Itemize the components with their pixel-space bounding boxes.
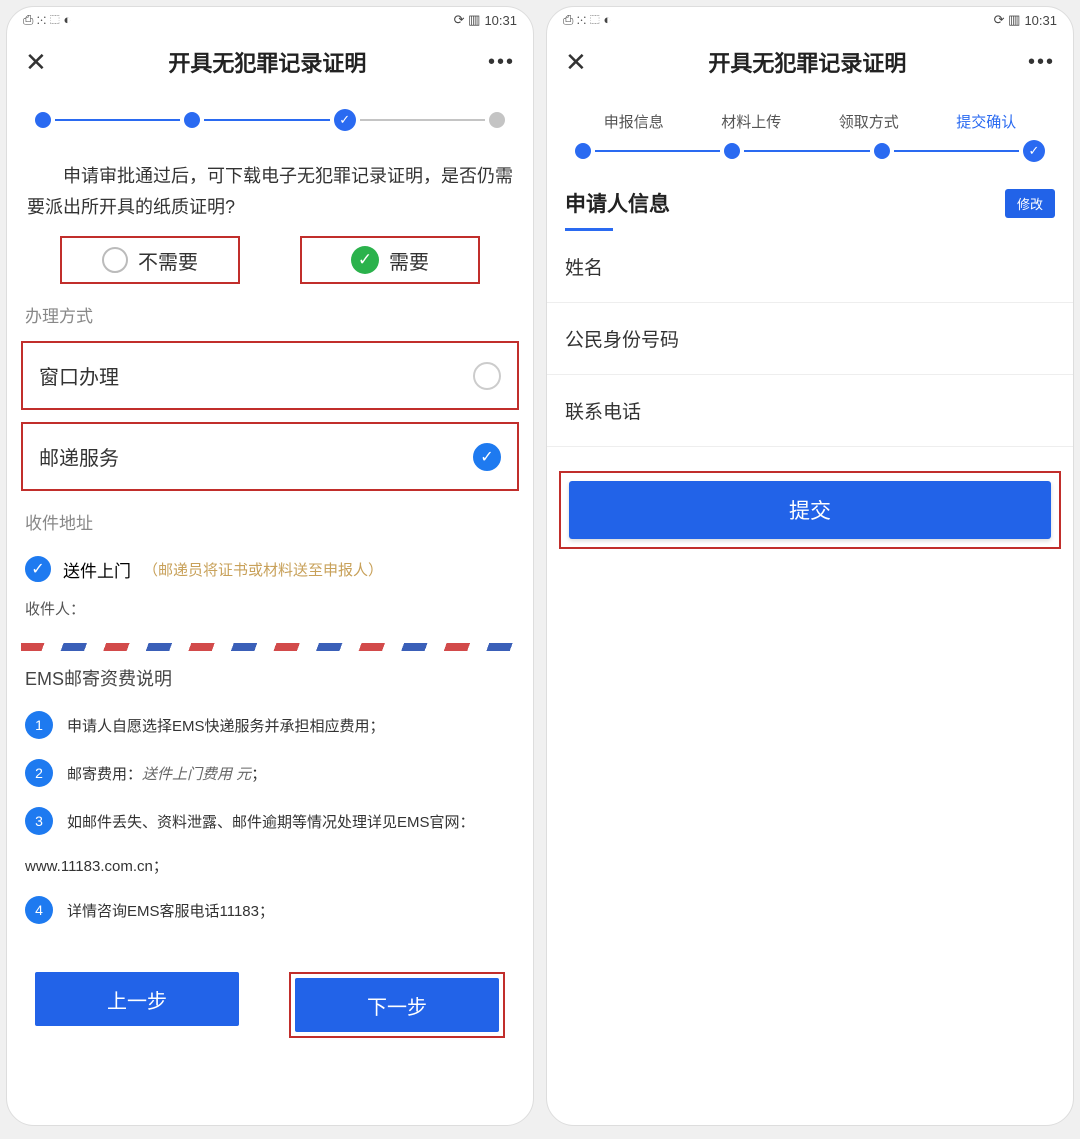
step-dot-1 — [575, 143, 591, 159]
edit-button[interactable]: 修改 — [1005, 189, 1055, 218]
recipient-address-title: 收件地址 — [7, 497, 533, 542]
step-dot-3 — [874, 143, 890, 159]
ems-item-4: 4 详情咨询EMS客服电话11183； — [25, 896, 515, 924]
status-time: 10:31 — [484, 13, 517, 28]
applicant-info-header: 申请人信息 修改 — [547, 172, 1073, 222]
page-title: 开具无犯罪记录证明 — [168, 46, 366, 78]
step-dot-4 — [489, 112, 505, 128]
submit-wrap: 提交 — [547, 447, 1073, 573]
status-network-icon: ⟳ ▥ — [994, 12, 1021, 28]
ems-fee-variable: 送件上门费用 元 — [142, 766, 251, 783]
radio-unchecked-icon — [473, 362, 501, 390]
step-label-4: 提交确认 — [928, 111, 1046, 132]
applicant-info-title: 申请人信息 — [565, 188, 670, 218]
choice-need[interactable]: ✓ 需要 — [300, 236, 480, 284]
step-dot-3-check: ✓ — [334, 109, 356, 131]
choice-not-need-label: 不需要 — [138, 246, 198, 275]
stepper-labeled: 申报信息 材料上传 领取方式 提交确认 ✓ — [547, 91, 1073, 172]
choice-need-label: 需要 — [389, 246, 429, 275]
ems-item-2: 2 邮寄费用：送件上门费用 元； — [25, 759, 515, 787]
step-label-2: 材料上传 — [693, 111, 811, 132]
bottom-nav-bar: 上一步 下一步 — [7, 958, 533, 1062]
step-dot-4-check: ✓ — [1023, 140, 1045, 162]
paper-cert-prompt: 申请审批通过后，可下载电子无犯罪记录证明，是否仍需要派出所开具的纸质证明? — [7, 145, 533, 236]
ems-item-3: 3 如邮件丢失、资料泄露、邮件逾期等情况处理详见EMS官网： — [25, 807, 515, 835]
step-line — [744, 150, 869, 152]
close-button[interactable]: ✕ — [565, 47, 587, 78]
field-name: 姓名 — [547, 231, 1073, 303]
door-delivery-label: 送件上门 — [63, 557, 131, 582]
number-badge-icon: 3 — [25, 807, 53, 835]
field-citizen-id: 公民身份号码 — [547, 303, 1073, 375]
step-dot-2 — [724, 143, 740, 159]
recipient-label: 收件人： — [7, 588, 533, 637]
field-phone: 联系电话 — [547, 375, 1073, 447]
step-dot-2 — [184, 112, 200, 128]
option-window-service[interactable]: 窗口办理 — [21, 341, 519, 410]
status-left-icons: ⎙ ⁙ ⬚ ◐ — [23, 12, 71, 28]
number-badge-icon: 4 — [25, 896, 53, 924]
nav-bar: ✕ 开具无犯罪记录证明 ••• — [547, 33, 1073, 91]
ems-url: www.11183.com.cn； — [25, 855, 515, 876]
status-bar: ⎙ ⁙ ⬚ ◐ ⟳ ▥ 10:31 — [7, 7, 533, 33]
airmail-stripe — [21, 643, 519, 651]
ems-fee-block: EMS邮寄资费说明 1 申请人自愿选择EMS快递服务并承担相应费用； 2 邮寄费… — [7, 651, 533, 958]
status-bar: ⎙ ⁙ ⬚ ◐ ⟳ ▥ 10:31 — [547, 7, 1073, 33]
number-badge-icon: 2 — [25, 759, 53, 787]
prev-button[interactable]: 上一步 — [35, 972, 239, 1026]
ems-item-2-text: 邮寄费用：送件上门费用 元； — [67, 763, 266, 784]
door-delivery-row[interactable]: ✓ 送件上门 （邮递员将证书或材料送至申报人） — [7, 542, 533, 588]
next-button[interactable]: 下一步 — [295, 978, 499, 1032]
page-title: 开具无犯罪记录证明 — [708, 46, 906, 78]
ems-item-1: 1 申请人自愿选择EMS快递服务并承担相应费用； — [25, 711, 515, 739]
nav-bar: ✕ 开具无犯罪记录证明 ••• — [7, 33, 533, 91]
radio-unchecked-icon — [102, 247, 128, 273]
step-line — [204, 119, 329, 121]
more-button[interactable]: ••• — [1028, 51, 1055, 74]
radio-checked-icon: ✓ — [351, 246, 379, 274]
next-button-highlight: 下一步 — [289, 972, 505, 1038]
handle-method-title: 办理方式 — [7, 290, 533, 335]
close-button[interactable]: ✕ — [25, 47, 47, 78]
status-left-icons: ⎙ ⁙ ⬚ ◐ — [563, 12, 611, 28]
door-delivery-hint: （邮递员将证书或材料送至申报人） — [143, 559, 383, 580]
stepper: ✓ — [7, 91, 533, 145]
step-label-3: 领取方式 — [810, 111, 928, 132]
ems-fee-title: EMS邮寄资费说明 — [25, 665, 515, 691]
status-time: 10:31 — [1024, 13, 1057, 28]
option-window-label: 窗口办理 — [39, 361, 119, 390]
choice-not-need[interactable]: 不需要 — [60, 236, 240, 284]
status-network-icon: ⟳ ▥ — [454, 12, 481, 28]
step-line — [894, 150, 1019, 152]
ems-item-3-text: 如邮件丢失、资料泄露、邮件逾期等情况处理详见EMS官网： — [67, 811, 475, 832]
status-right: ⟳ ▥ 10:31 — [994, 12, 1057, 28]
number-badge-icon: 1 — [25, 711, 53, 739]
submit-button[interactable]: 提交 — [569, 481, 1051, 539]
step-line — [55, 119, 180, 121]
submit-highlight: 提交 — [559, 471, 1061, 549]
step-label-1: 申报信息 — [575, 111, 693, 132]
step-line — [360, 119, 485, 121]
phone-right: ⎙ ⁙ ⬚ ◐ ⟳ ▥ 10:31 ✕ 开具无犯罪记录证明 ••• 申报信息 材… — [546, 6, 1074, 1126]
paper-cert-choice-row: 不需要 ✓ 需要 — [7, 236, 533, 290]
ems-item-1-text: 申请人自愿选择EMS快递服务并承担相应费用； — [67, 715, 385, 736]
radio-checked-icon: ✓ — [473, 443, 501, 471]
ems-item-4-text: 详情咨询EMS客服电话11183； — [67, 900, 274, 921]
option-mail-label: 邮递服务 — [39, 442, 119, 471]
checkbox-checked-icon: ✓ — [25, 556, 51, 582]
option-mail-service[interactable]: 邮递服务 ✓ — [21, 422, 519, 491]
phone-left: ⎙ ⁙ ⬚ ◐ ⟳ ▥ 10:31 ✕ 开具无犯罪记录证明 ••• ✓ 申请审批… — [6, 6, 534, 1126]
more-button[interactable]: ••• — [488, 51, 515, 74]
step-line — [595, 150, 720, 152]
step-dot-1 — [35, 112, 51, 128]
status-right: ⟳ ▥ 10:31 — [454, 12, 517, 28]
